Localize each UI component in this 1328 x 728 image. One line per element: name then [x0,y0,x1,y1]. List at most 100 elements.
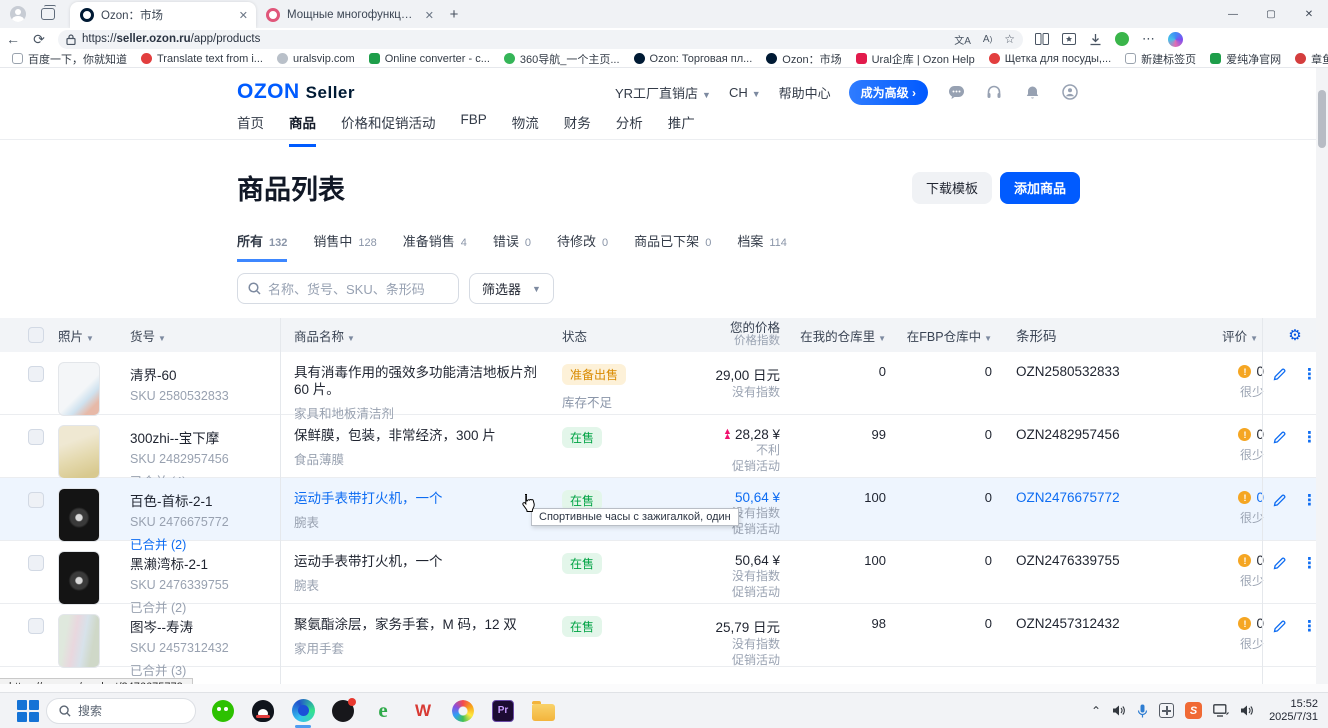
color-wheel-app-icon[interactable] [450,698,476,724]
row-checkbox[interactable] [28,618,44,634]
notification-app-icon[interactable] [330,698,356,724]
read-aloud-icon[interactable]: A) [983,34,992,45]
nav-item-物流[interactable]: 物流 [512,112,539,147]
premiere-icon[interactable]: Pr [490,698,516,724]
notifications-bell-icon[interactable] [1022,82,1042,102]
status-tab-所有[interactable]: 所有132 [237,231,287,262]
minimize-button[interactable]: — [1214,0,1252,28]
support-headset-icon[interactable] [984,82,1004,102]
col-photo[interactable]: 照片▼ [58,326,130,345]
product-thumbnail[interactable] [58,488,100,542]
bookmark-item[interactable]: uralsvip.com [271,51,361,67]
table-row[interactable]: 黑濑湾标-2-1SKU 2476339755已合并 (2)运动手表带打火机，一个… [0,541,1316,604]
bookmark-item[interactable]: 百度一下，你就知道 [6,51,133,67]
nav-item-分析[interactable]: 分析 [616,112,643,147]
col-sku[interactable]: 货号▼ [130,326,280,345]
status-tab-错误[interactable]: 错误0 [493,231,531,262]
workspaces-button[interactable] [36,4,60,24]
edit-pencil-icon[interactable] [1273,557,1286,571]
sogou-input-icon[interactable]: S [1185,702,1202,719]
edit-pencil-icon[interactable] [1273,431,1286,445]
row-checkbox[interactable] [28,429,44,445]
vertical-scrollbar[interactable] [1316,68,1328,684]
tray-volume-icon[interactable] [1240,704,1254,717]
refresh-button[interactable]: ⟳ [26,31,52,48]
row-menu-icon[interactable]: ⋮ [1302,620,1316,634]
table-row[interactable]: 图岑--寿涛SKU 2457312432已合并 (3)聚氨酯涂层，家务手套，M … [0,604,1316,667]
product-price[interactable]: 50,64 ¥ [684,490,780,505]
edit-pencil-icon[interactable] [1273,620,1286,634]
microphone-icon[interactable] [1137,704,1148,718]
row-menu-icon[interactable]: ⋮ [1302,494,1316,508]
product-thumbnail[interactable] [58,614,100,668]
col-rating[interactable]: 评价▼ [1184,326,1268,345]
file-explorer-icon[interactable] [530,698,556,724]
status-tab-准备销售[interactable]: 准备销售4 [403,231,467,262]
favorite-star-icon[interactable]: ☆ [1004,32,1015,46]
edge-browser-icon[interactable] [290,698,316,724]
edit-pencil-icon[interactable] [1273,494,1286,508]
table-settings-gear-icon[interactable]: ⚙ [1268,326,1316,344]
product-name[interactable]: 保鲜膜，包装，非常经济，300 片 [294,427,562,444]
status-tab-商品已下架[interactable]: 商品已下架0 [634,231,711,262]
browser-tab[interactable]: Мощные многофункциональнь✕ [256,2,442,28]
product-name[interactable]: 聚氨酯涂层，家务手套，M 码，12 双 [294,616,562,633]
row-menu-icon[interactable]: ⋮ [1302,557,1316,571]
row-menu-icon[interactable]: ⋮ [1302,368,1316,382]
product-thumbnail[interactable] [58,362,100,416]
language-selector[interactable]: CH▼ [729,85,761,100]
nav-item-财务[interactable]: 财务 [564,112,591,147]
table-row[interactable]: 清界-60SKU 2580532833具有消毒作用的强效多功能清洁地板片剂 60… [0,352,1316,415]
download-template-button[interactable]: 下载模板 [912,172,992,204]
bookmark-item[interactable]: 章鱼AI [1289,51,1328,67]
ie-browser-icon[interactable]: e [370,698,396,724]
address-bar[interactable]: https://seller.ozon.ru/app/products 文A A… [58,30,1023,49]
ime-tools-icon[interactable] [1159,703,1174,718]
cast-display-icon[interactable] [1213,704,1229,717]
vertical-scrollbar-thumb[interactable] [1318,90,1326,148]
cell-barcode[interactable]: OZN2476675772 [1002,490,1184,505]
qq-icon[interactable] [250,698,276,724]
edit-pencil-icon[interactable] [1273,368,1286,382]
table-row[interactable]: 300zhi--宝下摩SKU 2482957456已合并 (4)保鲜膜，包装，非… [0,415,1316,478]
new-tab-button[interactable]: + [442,2,466,26]
bookmark-item[interactable]: 新建标签页 [1119,51,1202,67]
help-center-link[interactable]: 帮助中心 [779,83,831,102]
tab-close-icon[interactable]: ✕ [425,9,434,22]
downloads-icon[interactable] [1089,33,1102,46]
row-menu-icon[interactable]: ⋮ [1302,431,1316,445]
col-stock-my[interactable]: 在我的仓库里▼ [790,326,896,345]
volume-icon[interactable] [1112,704,1126,717]
more-menu-icon[interactable]: ⋯ [1142,31,1155,47]
collections-icon[interactable] [1062,33,1076,45]
search-input[interactable]: 名称、货号、SKU、条形码 [237,273,459,304]
bookmark-item[interactable]: Ozon: Торговая пл... [628,51,759,67]
nav-item-商品[interactable]: 商品 [289,112,316,147]
browser-profile-button[interactable] [6,4,30,24]
tray-expand-chevron-icon[interactable]: ⌃ [1091,704,1101,718]
split-screen-icon[interactable] [1035,33,1049,45]
nav-item-FBP[interactable]: FBP [461,112,487,147]
status-tab-档案[interactable]: 档案114 [737,231,787,262]
wps-icon[interactable]: W [410,698,436,724]
bookmark-item[interactable]: 爱纯净官网 [1204,51,1287,67]
product-thumbnail[interactable] [58,425,100,479]
status-tab-待修改[interactable]: 待修改0 [557,231,608,262]
bookmark-item[interactable]: 360导航_一个主页... [498,51,626,67]
product-name[interactable]: 具有消毒作用的强效多功能清洁地板片剂 60 片。 [294,364,562,398]
row-checkbox[interactable] [28,366,44,382]
maximize-button[interactable]: ▢ [1252,0,1290,28]
bookmark-item[interactable]: Ural企库 | Ozon Help [850,51,981,67]
filter-button[interactable]: 筛选器▼ [469,273,554,304]
premium-badge[interactable]: 成为高级 › [849,80,928,105]
bookmark-item[interactable]: Translate text from i... [135,51,269,67]
start-button[interactable] [16,699,40,723]
chat-icon[interactable] [946,82,966,102]
status-tab-销售中[interactable]: 销售中128 [313,231,376,262]
back-button[interactable]: ← [0,31,26,47]
nav-item-首页[interactable]: 首页 [237,112,264,147]
taskbar-search[interactable]: 搜索 [46,698,196,724]
col-stock-fbp[interactable]: 在FBP仓库中▼ [896,326,1002,345]
nav-item-推广[interactable]: 推广 [668,112,695,147]
wechat-icon[interactable] [210,698,236,724]
